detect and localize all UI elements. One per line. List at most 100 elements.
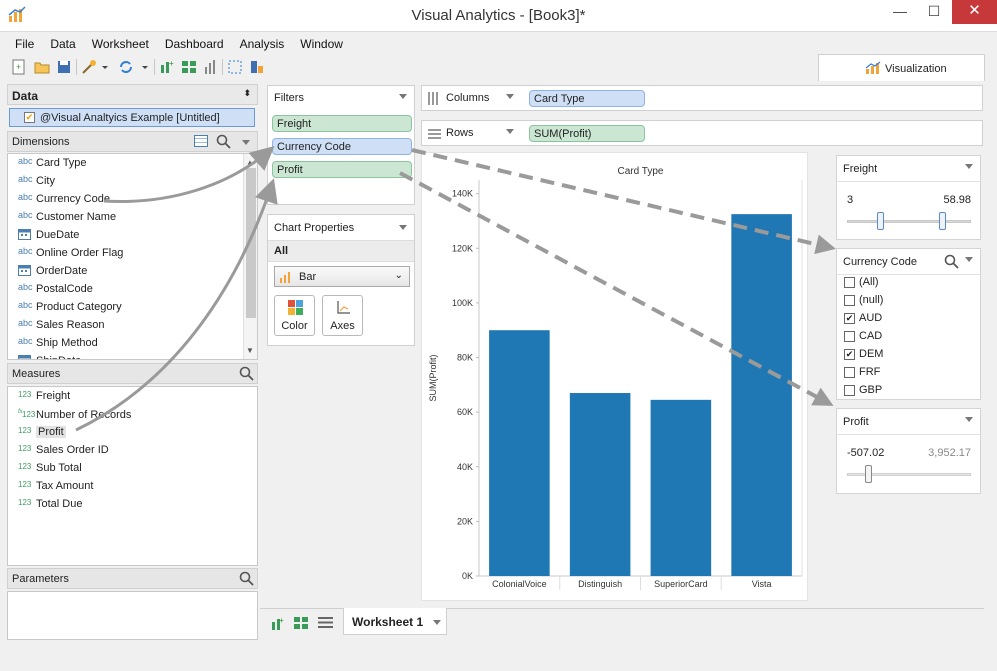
measure-label: Total Due [36,498,83,510]
menu-data[interactable]: Data [40,33,81,51]
axes-button[interactable]: Axes [322,295,363,336]
chevron-down-icon[interactable] [399,225,407,230]
filter-pill-currency-code[interactable]: Currency Code [272,138,412,155]
dimension-item[interactable]: abc Online Order Flag [18,246,123,264]
menu-worksheet[interactable]: Worksheet [82,33,155,51]
dimension-item[interactable]: abc Card Type [18,156,87,174]
freight-slider-max-handle[interactable] [939,212,946,230]
currency-option-label[interactable]: DEM [859,348,883,360]
dimensions-scrollbar[interactable]: ▲ ▼ [243,154,257,359]
rows-pill-sum-profit[interactable]: SUM(Profit) [529,125,645,142]
bar-chart-icon[interactable] [202,58,220,76]
filter-pill-profit[interactable]: Profit [272,161,412,178]
measure-item[interactable]: 123 Profit [18,425,66,443]
chart-type-select[interactable]: Bar ⌄ [274,266,410,287]
measure-item[interactable]: 123 Sub Total [18,461,82,479]
open-folder-icon[interactable] [33,58,51,76]
add-dashboard-icon[interactable] [180,58,198,76]
color-button[interactable]: Color [274,295,315,336]
chevron-down-icon[interactable] [965,164,973,169]
search-icon[interactable] [944,254,959,269]
add-dashboard-icon[interactable] [293,615,309,631]
currency-option-label[interactable]: CAD [859,330,882,342]
freight-slider-min-handle[interactable] [877,212,884,230]
data-source-icon[interactable] [248,58,266,76]
chevron-down-icon[interactable] [399,94,407,99]
measure-item[interactable]: 123 Total Due [18,497,82,515]
svg-text:abc: abc [18,192,33,202]
dimension-item[interactable]: abc Sales Reason [18,318,105,336]
columns-shelf[interactable]: Columns Card Type [421,85,983,111]
dimension-item[interactable]: abc Product Category [18,300,122,318]
checkbox-icon[interactable] [844,367,855,378]
currency-option-label[interactable]: (All) [859,276,879,288]
measure-item[interactable]: 123 Sales Order ID [18,443,109,461]
sort-icon[interactable]: ⬍ [243,88,251,99]
currency-option-label[interactable]: GBP [859,384,882,396]
menu-analysis[interactable]: Analysis [230,33,291,51]
search-icon[interactable] [216,134,231,149]
chevron-down-icon[interactable] [506,94,514,99]
measure-label: Profit [36,426,66,438]
worksheet-tab[interactable]: Worksheet 1 [343,608,447,635]
search-icon[interactable] [239,571,254,586]
minimize-button[interactable]: — [883,0,917,24]
number-type-icon: 123 [18,479,36,491]
refresh-icon[interactable] [117,58,135,76]
scrollbar-thumb[interactable] [246,168,256,318]
chevron-down-icon[interactable] [140,58,150,76]
checkbox-icon[interactable] [844,385,855,396]
add-worksheet-icon[interactable]: + [158,58,176,76]
maximize-button[interactable]: ☐ [917,0,951,24]
measure-item[interactable]: 123 Tax Amount [18,479,93,497]
dimension-item[interactable]: abc Ship Method [18,336,98,354]
chevron-down-icon[interactable] [242,140,250,145]
checkbox-icon[interactable] [844,331,855,342]
checkbox-checked-icon[interactable]: ✔ [844,313,855,324]
new-file-icon[interactable]: + [10,58,28,76]
dimension-item[interactable]: OrderDate [18,264,87,282]
dimension-item[interactable]: abc Customer Name [18,210,116,228]
checkbox-checked-icon[interactable]: ✔ [844,349,855,360]
currency-option-label[interactable]: AUD [859,312,882,324]
menu-window[interactable]: Window [290,33,349,51]
currency-option-label[interactable]: FRF [859,366,880,378]
chevron-down-icon[interactable] [433,620,441,625]
search-icon[interactable] [239,366,254,381]
list-icon[interactable] [318,616,333,629]
dimension-item[interactable]: abc PostalCode [18,282,93,300]
chevron-down-icon[interactable] [965,257,973,262]
profit-slider-handle[interactable] [865,465,872,483]
checkbox-icon[interactable] [844,295,855,306]
scroll-up-icon[interactable]: ▲ [246,158,254,167]
data-panel-title: Data [12,89,39,103]
visualization-tab[interactable]: Visualization [818,54,985,81]
chevron-down-icon[interactable] [965,417,973,422]
columns-pill-card-type[interactable]: Card Type [529,90,645,107]
chevron-down-icon[interactable] [506,129,514,134]
dimension-item[interactable]: ShipDate [18,354,81,359]
menu-dashboard[interactable]: Dashboard [155,33,230,51]
freight-slider-track[interactable] [847,220,971,223]
dimension-item[interactable]: DueDate [18,228,79,246]
dimension-item[interactable]: abc City [18,174,55,192]
magic-wand-icon[interactable] [80,58,98,76]
chevron-down-icon[interactable] [100,58,110,76]
data-source-item[interactable]: ✔ @Visual Analtyics Example [Untitled] [9,108,255,127]
add-worksheet-icon[interactable]: + [270,615,286,631]
measure-item[interactable]: 123 Freight [18,389,70,407]
menu-file[interactable]: File [0,33,40,51]
selection-icon[interactable] [226,58,244,76]
save-icon[interactable] [55,58,73,76]
checkbox-checked-icon[interactable]: ✔ [24,112,35,123]
dimension-item[interactable]: abc Currency Code [18,192,110,210]
chart-scope[interactable]: All [268,240,414,262]
table-view-icon[interactable] [194,135,208,147]
currency-option-label[interactable]: (null) [859,294,883,306]
checkbox-icon[interactable] [844,277,855,288]
rows-shelf[interactable]: Rows SUM(Profit) [421,120,983,146]
scroll-down-icon[interactable]: ▼ [246,346,254,355]
measure-item[interactable]: fx 123 Number of Records [18,407,131,425]
filter-pill-freight[interactable]: Freight [272,115,412,132]
close-button[interactable]: ✕ [952,0,997,24]
